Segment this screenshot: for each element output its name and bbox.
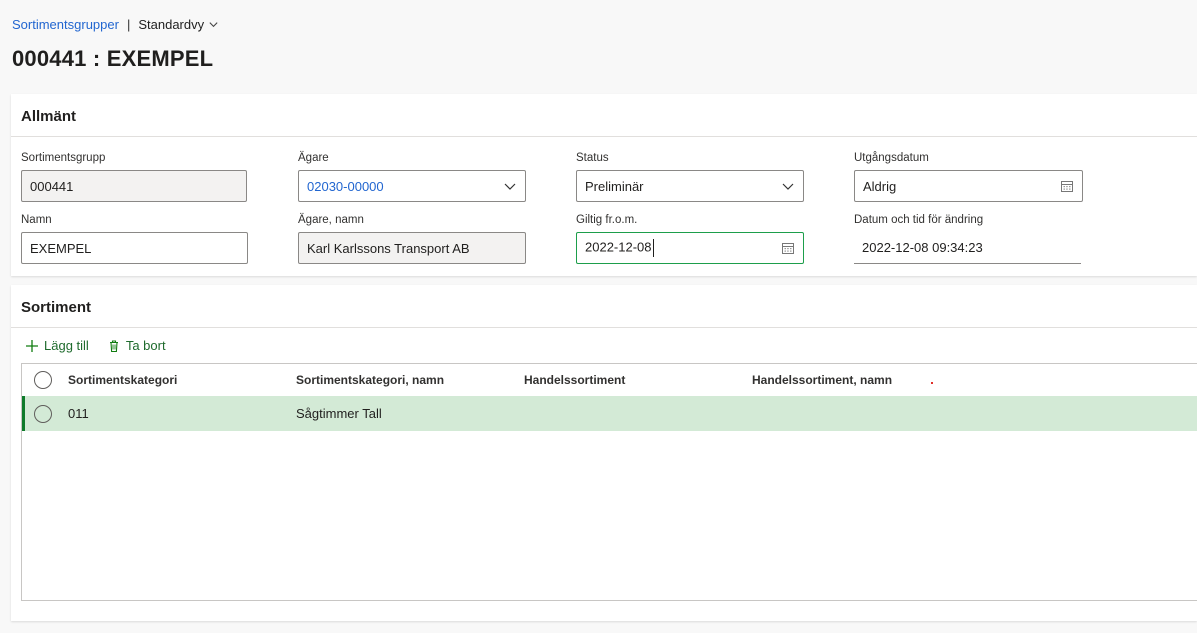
owner-field: Ägare 02030-00000	[298, 152, 526, 202]
cell-category[interactable]: 011	[68, 406, 89, 421]
group-field: Sortimentsgrupp 000441	[21, 152, 247, 202]
column-header-trade[interactable]: Handelssortiment	[524, 373, 625, 387]
owner-name-input[interactable]: Karl Karlssons Transport AB	[298, 232, 526, 264]
calendar-icon[interactable]	[781, 241, 795, 255]
status-label: Status	[576, 152, 609, 164]
expiry-field: Utgångsdatum Aldrig	[854, 152, 1083, 202]
group-input[interactable]: 000441	[21, 170, 247, 202]
chevron-down-icon[interactable]	[503, 179, 517, 193]
plus-icon	[26, 339, 38, 352]
status-select[interactable]: Preliminär	[576, 170, 804, 202]
text-caret	[652, 239, 654, 257]
add-button[interactable]: Lägg till	[25, 338, 89, 353]
remove-button-label: Ta bort	[125, 338, 166, 353]
row-select-radio[interactable]	[34, 404, 52, 423]
column-header-trade-name[interactable]: Handelssortiment, namn	[752, 373, 892, 387]
sortiment-section-header[interactable]: Sortiment	[11, 285, 1197, 327]
cell-category-name[interactable]: Sågtimmer Tall	[296, 406, 382, 421]
valid-from-date-input[interactable]: 2022-12-08	[576, 232, 804, 264]
sortiment-toolbar: Lägg till Ta bort	[25, 338, 166, 353]
view-selector-label: Standardvy	[138, 17, 205, 32]
modified-field: Datum och tid för ändring 2022-12-08 09:…	[854, 214, 1081, 264]
add-button-label: Lägg till	[44, 338, 89, 353]
owner-name-field: Ägare, namn Karl Karlssons Transport AB	[298, 214, 526, 264]
remove-button[interactable]: Ta bort	[107, 338, 166, 353]
owner-name-value: Karl Karlssons Transport AB	[307, 240, 470, 256]
expiry-date-input[interactable]: Aldrig	[854, 170, 1083, 202]
breadcrumb: Sortimentsgrupper | Standardvy	[12, 17, 219, 32]
view-selector[interactable]: Standardvy	[138, 17, 219, 32]
valid-from-value: 2022-12-08	[585, 239, 652, 255]
chevron-down-icon	[209, 22, 218, 28]
group-label: Sortimentsgrupp	[21, 152, 106, 164]
status-value: Preliminär	[585, 178, 644, 194]
grid-header: Sortimentskategori Sortimentskategori, n…	[22, 364, 1197, 396]
modified-label: Datum och tid för ändring	[854, 214, 984, 226]
name-input[interactable]: EXEMPEL	[21, 232, 248, 264]
valid-from-field: Giltig fr.o.m. 2022-12-08	[576, 214, 804, 264]
expiry-label: Utgångsdatum	[854, 152, 929, 164]
trash-icon	[109, 339, 118, 352]
name-field: Namn EXEMPEL	[21, 214, 248, 264]
chevron-down-icon[interactable]	[781, 179, 795, 193]
owner-value[interactable]: 02030-00000	[307, 179, 384, 194]
column-header-category-name[interactable]: Sortimentskategori, namn	[296, 373, 444, 387]
modified-value-box: 2022-12-08 09:34:23	[854, 232, 1081, 264]
valid-from-value-wrap: 2022-12-08	[585, 239, 654, 257]
expiry-value: Aldrig	[863, 178, 897, 194]
owner-name-label: Ägare, namn	[298, 214, 364, 226]
name-value: EXEMPEL	[30, 240, 92, 256]
general-section: Allmänt Sortimentsgrupp 000441 Ägare 020…	[11, 94, 1197, 276]
owner-label: Ägare	[298, 152, 329, 164]
breadcrumb-link-sortimentsgrupper[interactable]: Sortimentsgrupper	[12, 17, 119, 32]
name-label: Namn	[21, 214, 52, 226]
general-section-header[interactable]: Allmänt	[11, 94, 1197, 136]
breadcrumb-separator: |	[126, 17, 131, 32]
modified-value: 2022-12-08 09:34:23	[862, 240, 983, 255]
select-all-radio[interactable]	[34, 371, 52, 389]
status-field: Status Preliminär	[576, 152, 804, 202]
table-row[interactable]: 011 Sågtimmer Tall	[22, 396, 1197, 431]
group-value: 000441	[30, 178, 74, 194]
marker-dot	[931, 382, 933, 384]
owner-lookup[interactable]: 02030-00000	[298, 170, 526, 202]
calendar-icon[interactable]	[1060, 179, 1074, 193]
page-title: 000441 : EXEMPEL	[12, 46, 214, 71]
divider	[11, 327, 1197, 328]
valid-from-label: Giltig fr.o.m.	[576, 214, 638, 226]
divider	[11, 136, 1197, 137]
column-header-category[interactable]: Sortimentskategori	[68, 373, 177, 387]
sortiment-section: Sortiment Lägg till Ta bort Sortimentska…	[11, 285, 1197, 621]
sortiment-grid: Sortimentskategori Sortimentskategori, n…	[21, 363, 1197, 601]
